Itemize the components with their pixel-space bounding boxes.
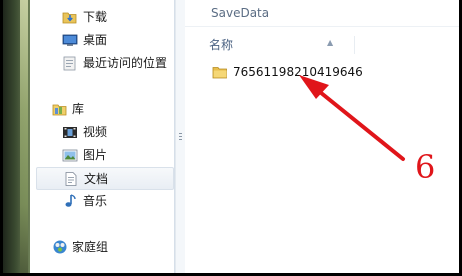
step-number-label: 6 [415,148,436,186]
annotation-arrow [299,75,405,161]
